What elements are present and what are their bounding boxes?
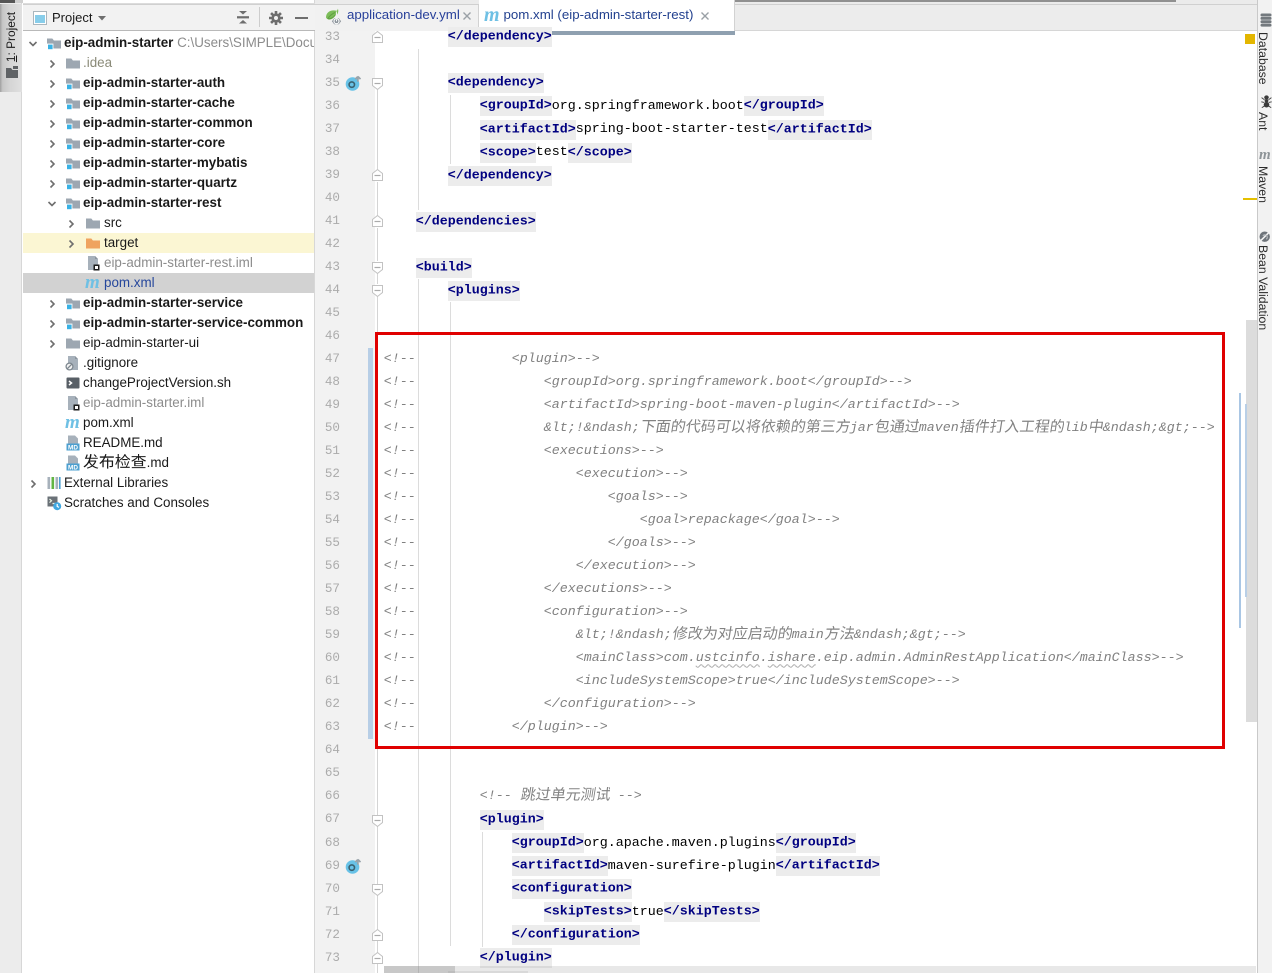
- svg-text:MD: MD: [68, 444, 78, 451]
- svg-text:MD: MD: [68, 464, 78, 471]
